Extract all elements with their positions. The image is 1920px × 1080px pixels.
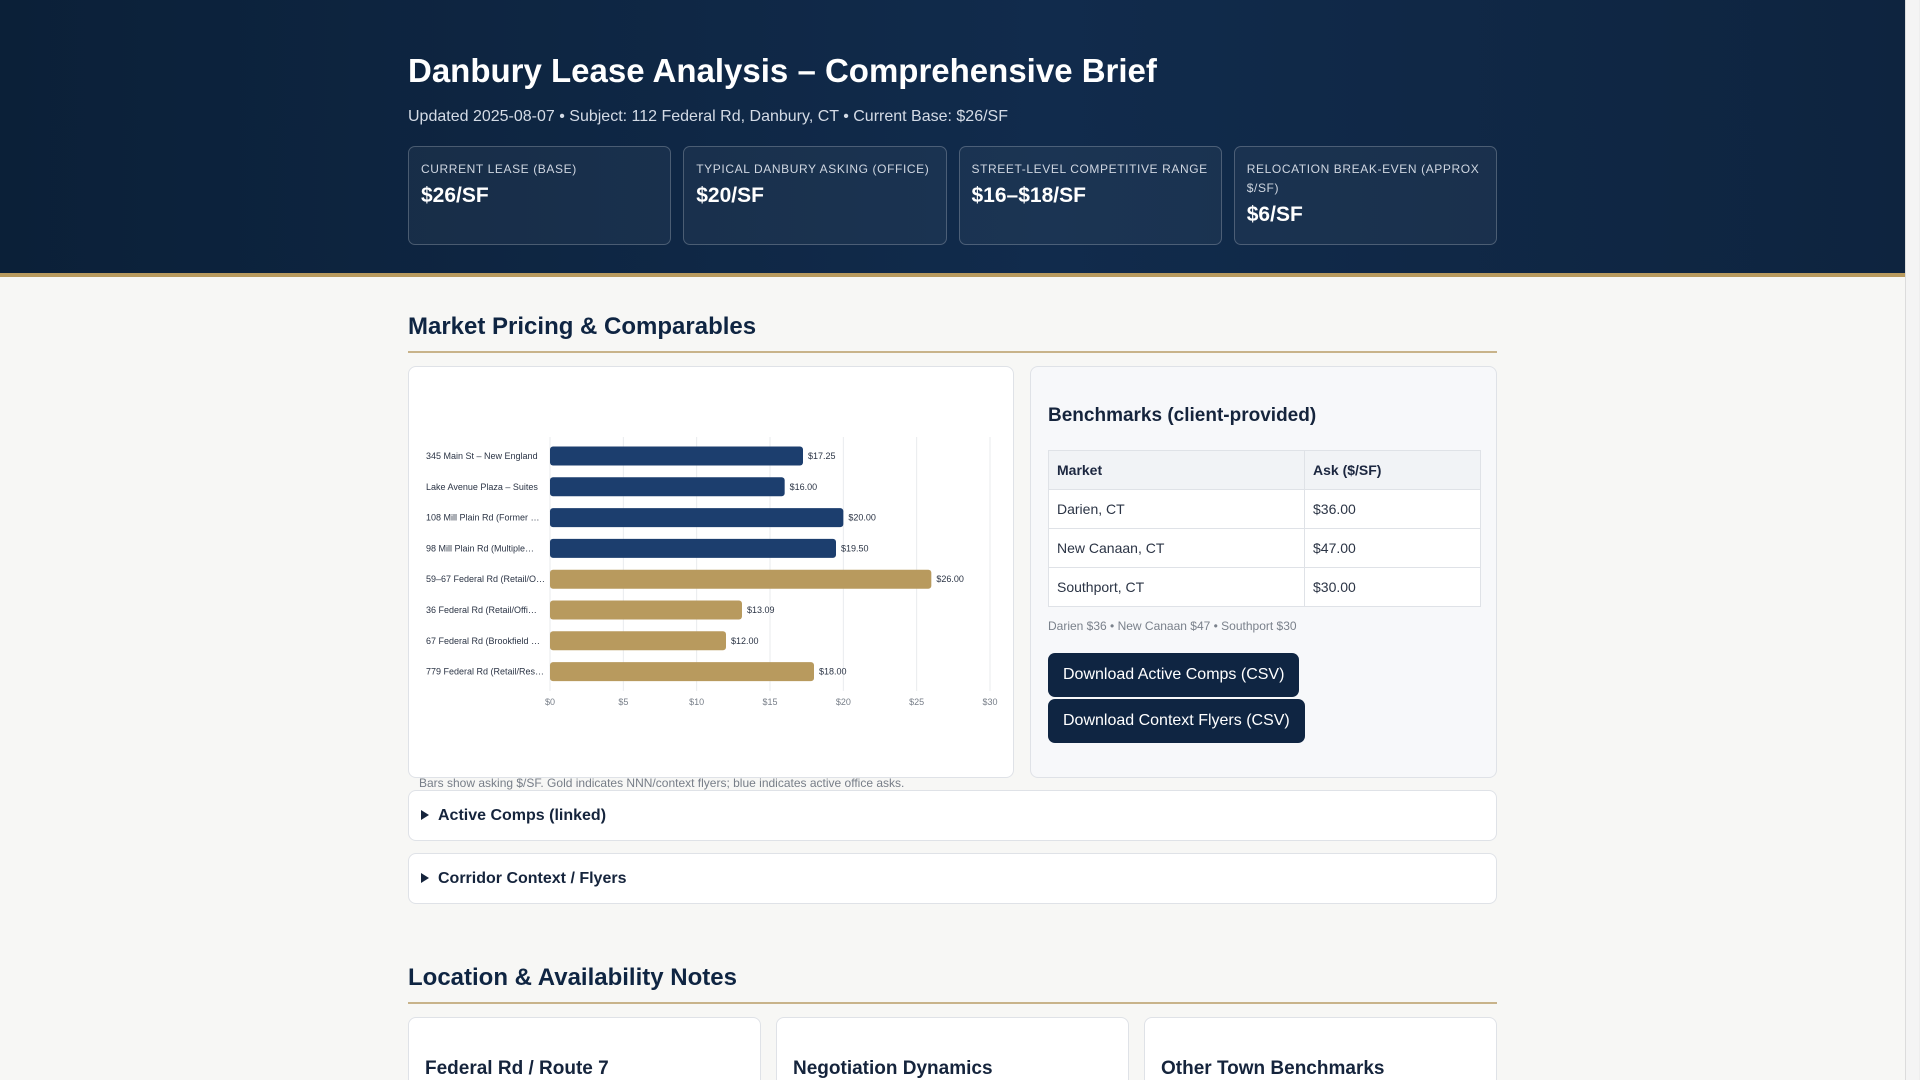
comps-chart-card: $0 $5 $10 $15 $20 $25 $30 345 Main St – New Eng…	[408, 366, 1014, 778]
benchmarks-table: Market Ask ($/SF) Darien, CT $36.00 New …	[1048, 450, 1481, 607]
page-scrollbar[interactable]	[1905, 0, 1920, 1080]
chart-bar	[550, 600, 742, 620]
notes-card-other-towns: Other Town Benchmarks	[1144, 1017, 1497, 1080]
chart-data-label: $20.00	[848, 513, 876, 523]
chart-x-tick-label: $15	[762, 697, 777, 707]
download-active-comps-button[interactable]: Download Active Comps (CSV)	[1048, 653, 1300, 697]
chart-data-label: $26.00	[936, 574, 964, 584]
chart-bar	[550, 631, 726, 651]
cell-ask: $47.00	[1304, 528, 1481, 568]
download-context-flyers-button[interactable]: Download Context Flyers (CSV)	[1048, 699, 1305, 743]
chart-bar	[550, 477, 785, 497]
cell-ask: $30.00	[1304, 567, 1481, 607]
cell-market: New Canaan, CT	[1048, 528, 1305, 568]
cell-market: Darien, CT	[1048, 489, 1305, 529]
kpi-break-even: RELOCATION BREAK-EVEN (APPROX $/SF) $6/S…	[1233, 146, 1497, 245]
kpi-label: TYPICAL DANBURY ASKING (OFFICE)	[696, 162, 930, 176]
kpi-competitive-range: STREET-LEVEL COMPETITIVE RANGE $16–$18/S…	[958, 146, 1222, 245]
chart-category-label: Lake Avenue Plaza – Suites	[426, 482, 538, 492]
chart-bar	[550, 446, 803, 466]
chart-x-tick-label: $10	[689, 697, 704, 707]
kpi-value: $6/SF	[1246, 203, 1303, 226]
column-header-market: Market	[1048, 450, 1305, 490]
chart-bar	[550, 508, 844, 528]
section-title-market: Market Pricing & Comparables	[408, 313, 1497, 353]
details-summary-label[interactable]: Active Comps (linked)	[438, 807, 606, 824]
chart-x-tick-label: $5	[618, 697, 628, 707]
notes-card-title: Other Town Benchmarks	[1161, 1058, 1385, 1079]
chart-category-label: 59–67 Federal Rd (Retail/O…	[426, 574, 545, 584]
notes-card-federal-rd: Federal Rd / Route 7	[408, 1017, 761, 1080]
benchmarks-note: Darien $36 • New Canaan $47 • Southport …	[1048, 619, 1297, 633]
chart-x-tick-label: $25	[909, 697, 924, 707]
chart-bar	[550, 662, 814, 682]
kpi-value: $26/SF	[421, 184, 489, 207]
kpi-value: $16–$18/SF	[971, 184, 1086, 207]
chart-bar	[550, 569, 932, 589]
chart-bar	[550, 538, 836, 558]
chart-data-label: $17.25	[808, 451, 836, 461]
comps-bar-chart: $0 $5 $10 $15 $20 $25 $30 345 Main St – New Eng…	[426, 437, 998, 707]
cell-ask: $36.00	[1304, 489, 1481, 529]
table-row: New Canaan, CT $47.00	[1048, 528, 1481, 568]
page-title: Danbury Lease Analysis – Comprehensive B…	[408, 52, 1157, 89]
table-row: Southport, CT $30.00	[1048, 567, 1481, 607]
kpi-value: $20/SF	[696, 184, 764, 207]
chart-data-label: $13.09	[747, 605, 775, 615]
notes-card-negotiation: Negotiation Dynamics	[776, 1017, 1129, 1080]
cell-market: Southport, CT	[1048, 567, 1305, 607]
scrollbar-thumb[interactable]	[1906, 0, 1919, 1080]
page-subtitle: Updated 2025-08-07 • Subject: 112 Federa…	[408, 108, 1008, 125]
chart-x-tick-label: $20	[836, 697, 851, 707]
details-active-comps[interactable]: Active Comps (linked)	[408, 790, 1497, 841]
chart-x-tick-label: $0	[545, 697, 555, 707]
chart-data-label: $19.50	[841, 543, 869, 553]
kpi-current-lease: CURRENT LEASE (BASE) $26/SF	[408, 146, 672, 245]
chart-category-label: 108 Mill Plain Rd (Former …	[426, 513, 540, 523]
benchmarks-card: Benchmarks (client-provided) Market Ask …	[1030, 366, 1497, 778]
chart-data-label: $12.00	[731, 636, 759, 646]
kpi-row: CURRENT LEASE (BASE) $26/SF TYPICAL DANB…	[408, 146, 1497, 245]
chart-x-tick-label: $30	[982, 697, 997, 707]
chart-data-label: $16.00	[790, 482, 818, 492]
hero-header: Danbury Lease Analysis – Comprehensive B…	[0, 0, 1905, 277]
table-row: Darien, CT $36.00	[1048, 489, 1481, 529]
kpi-label: RELOCATION BREAK-EVEN (APPROX $/SF)	[1246, 162, 1480, 195]
chart-category-label: 98 Mill Plain Rd (Multiple…	[426, 543, 534, 553]
details-corridor-context[interactable]: Corridor Context / Flyers	[408, 853, 1497, 904]
details-summary-label[interactable]: Corridor Context / Flyers	[438, 870, 626, 887]
section-title-location: Location & Availability Notes	[408, 964, 1497, 1004]
chart-data-label: $18.00	[819, 667, 847, 677]
chart-category-label: 36 Federal Rd (Retail/Offi…	[426, 605, 537, 615]
chart-category-label: 67 Federal Rd (Brookfield …	[426, 636, 540, 646]
column-header-ask: Ask ($/SF)	[1304, 450, 1481, 490]
chart-caption: Bars show asking $/SF. Gold indicates NN…	[419, 776, 905, 790]
table-header-row: Market Ask ($/SF)	[1048, 450, 1481, 490]
kpi-label: CURRENT LEASE (BASE)	[421, 162, 577, 176]
notes-card-title: Negotiation Dynamics	[793, 1058, 993, 1079]
disclosure-triangle-icon[interactable]	[421, 873, 429, 883]
benchmarks-title: Benchmarks (client-provided)	[1048, 405, 1317, 426]
notes-card-title: Federal Rd / Route 7	[425, 1058, 609, 1079]
chart-category-label: 345 Main St – New England	[426, 451, 538, 461]
disclosure-triangle-icon[interactable]	[421, 810, 429, 820]
chart-category-label: 779 Federal Rd (Retail/Res…	[426, 667, 544, 677]
kpi-typical-asking: TYPICAL DANBURY ASKING (OFFICE) $20/SF	[683, 146, 947, 245]
kpi-label: STREET-LEVEL COMPETITIVE RANGE	[971, 162, 1208, 176]
